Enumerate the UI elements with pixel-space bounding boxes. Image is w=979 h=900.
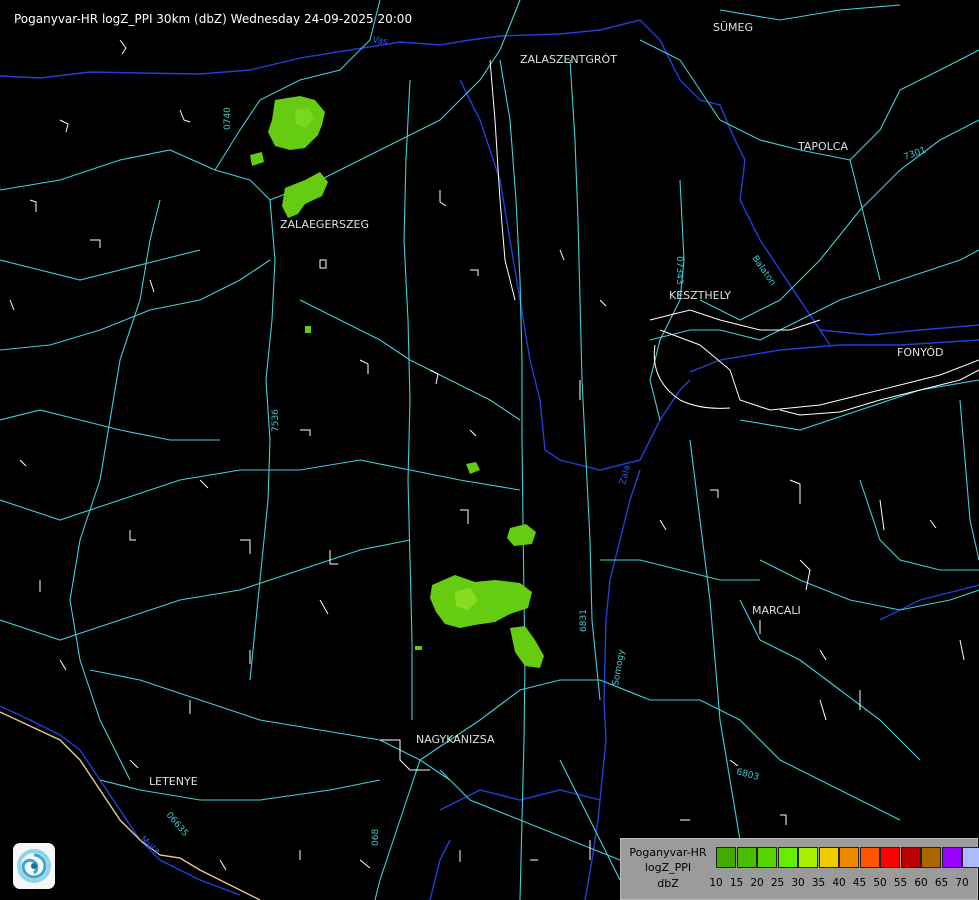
legend-tick-label: 20 bbox=[750, 877, 764, 889]
city-letenye: LETENYE bbox=[149, 775, 198, 788]
legend-title-line3: dbZ bbox=[657, 877, 679, 890]
road-label-07343: 07343 bbox=[674, 256, 684, 285]
city-zalaszentgrot: ZALASZENTGRÓT bbox=[520, 53, 617, 66]
road-label-7536: 7536 bbox=[271, 409, 281, 432]
road-label-6831: 6831 bbox=[579, 609, 589, 632]
legend-tick-label: 45 bbox=[852, 877, 867, 889]
echo-tiny-1 bbox=[305, 326, 311, 333]
legend-swatch bbox=[777, 847, 798, 868]
legend-swatch bbox=[880, 847, 900, 868]
road-label-068: 068 bbox=[371, 829, 381, 846]
city-zalaegerszeg: ZALAEGERSZEG bbox=[280, 218, 369, 231]
legend-tick-label: 25 bbox=[770, 877, 785, 889]
city-tapolca: TAPOLCA bbox=[797, 140, 848, 153]
city-keszthely: KESZTHELY bbox=[669, 289, 731, 302]
city-sumeg: SÜMEG bbox=[713, 21, 753, 34]
city-marcali: MARCALI bbox=[752, 604, 801, 617]
legend-swatch bbox=[859, 847, 880, 868]
legend-swatch bbox=[900, 847, 921, 868]
legend-tick-label: 55 bbox=[893, 877, 908, 889]
legend-swatch bbox=[757, 847, 777, 868]
legend-tick-label: 15 bbox=[729, 877, 744, 889]
legend-swatch bbox=[716, 847, 736, 868]
map-title: Poganyvar-HR logZ_PPI 30km (dbZ) Wednesd… bbox=[14, 12, 413, 26]
logo-swirl-icon bbox=[13, 843, 55, 889]
legend-swatch bbox=[921, 847, 941, 868]
legend-tick-label: 35 bbox=[811, 877, 826, 889]
legend-tick-label: 70 bbox=[955, 877, 969, 889]
legend-tick-label: 50 bbox=[873, 877, 887, 889]
legend-swatch bbox=[839, 847, 859, 868]
legend-tick-label: 65 bbox=[934, 877, 949, 889]
legend-tick-label: 10 bbox=[709, 877, 723, 889]
legend-swatch bbox=[962, 847, 979, 868]
color-legend: Poganyvar-HR logZ_PPI dbZ 10 15 20 25 30 35 40… bbox=[620, 838, 979, 900]
legend-swatch bbox=[941, 847, 962, 868]
city-fonyod: FONYÓD bbox=[897, 346, 943, 359]
legend-tick-label: 60 bbox=[914, 877, 928, 889]
legend-swatch bbox=[818, 847, 839, 868]
legend-tick-label: 30 bbox=[791, 877, 805, 889]
legend-tick-label: 40 bbox=[832, 877, 846, 889]
legend-title-line2: logZ_PPI bbox=[644, 861, 692, 874]
echo-tiny-3 bbox=[415, 646, 422, 650]
legend-title-line1: Poganyvar-HR bbox=[629, 846, 707, 859]
city-nagykanizsa: NAGYKANIZSA bbox=[416, 733, 495, 746]
legend-swatch bbox=[736, 847, 757, 868]
legend-swatch bbox=[798, 847, 818, 868]
road-label-0740: 0740 bbox=[223, 107, 233, 130]
radar-map: SÜMEG ZALASZENTGRÓT TAPOLCA ZALAEGERSZEG… bbox=[0, 0, 979, 900]
